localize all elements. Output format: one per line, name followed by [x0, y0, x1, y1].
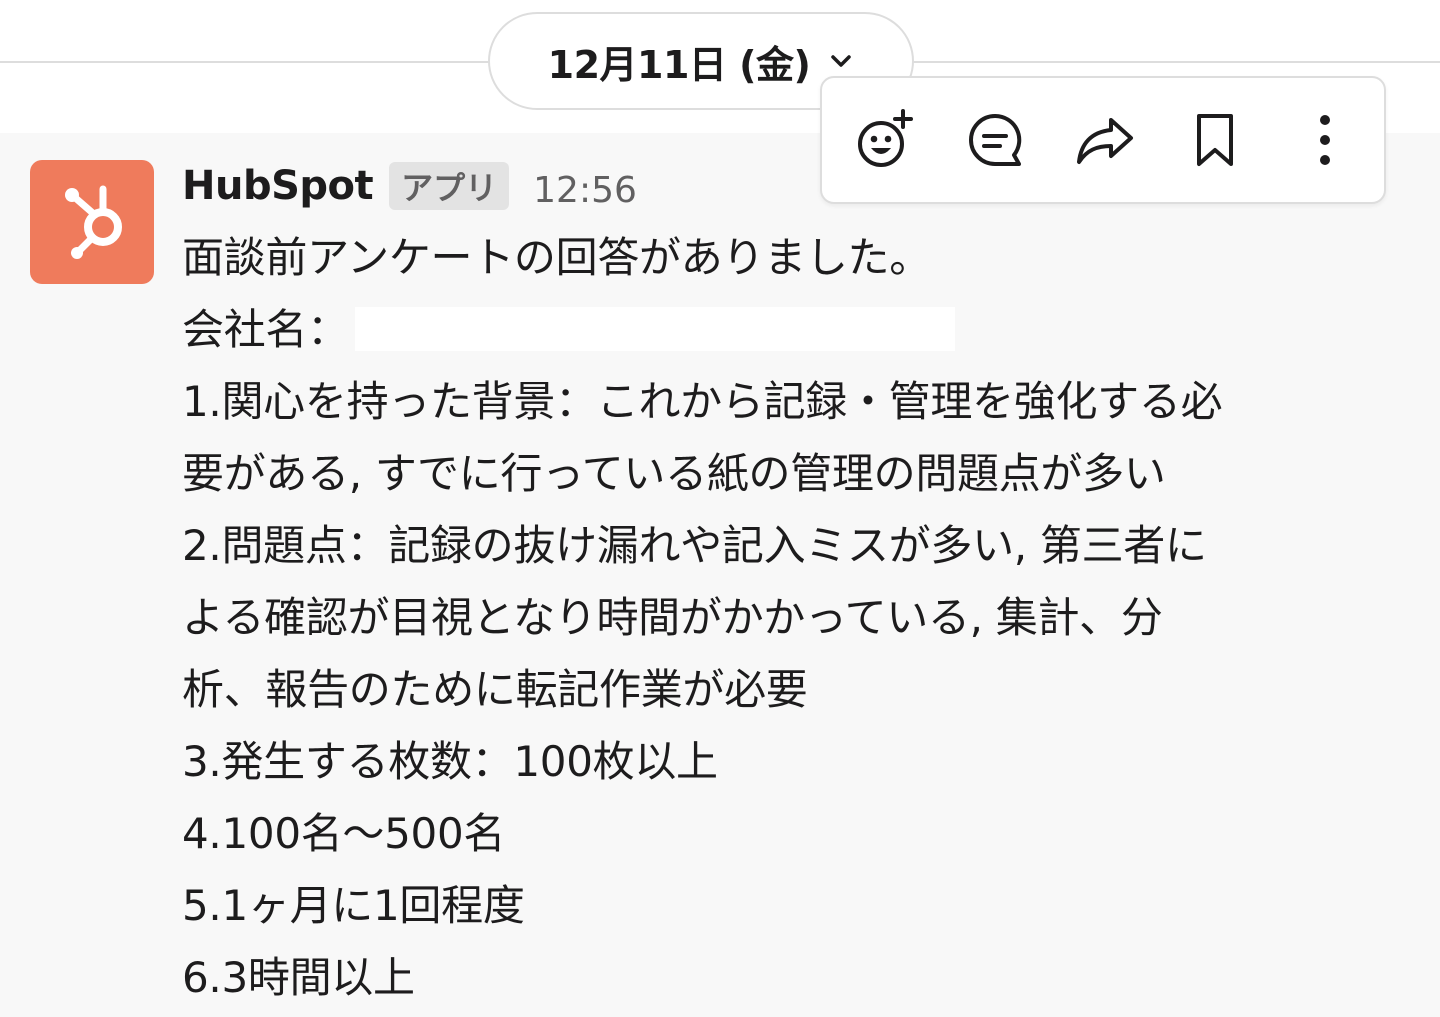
message-line: 1.関心を持った背景：これから記録・管理を強化する必 — [182, 377, 1223, 426]
vertical-dots-icon — [1293, 108, 1357, 176]
thread-reply-icon — [963, 108, 1027, 176]
share-arrow-icon — [1073, 108, 1137, 176]
chevron-down-icon — [828, 48, 854, 74]
message-line: 6.3時間以上 — [182, 953, 415, 1002]
emoji-add-icon — [853, 108, 917, 176]
message-actions-toolbar — [820, 76, 1386, 204]
message-header: HubSpot アプリ 12:56 — [182, 156, 637, 216]
message-line-company: 会社名： — [182, 294, 1402, 366]
sender-name[interactable]: HubSpot — [182, 163, 374, 209]
redaction-block — [354, 306, 955, 351]
share-message-button[interactable] — [1069, 106, 1141, 178]
more-actions-button[interactable] — [1289, 106, 1361, 178]
hubspot-logo-icon — [47, 175, 137, 269]
company-label: 会社名： — [182, 305, 349, 354]
message-body: 面談前アンケートの回答がありました。 会社名： 1.関心を持った背景：これから記… — [182, 222, 1402, 1014]
sender-avatar[interactable] — [30, 160, 154, 284]
reply-in-thread-button[interactable] — [959, 106, 1031, 178]
bookmark-icon — [1183, 108, 1247, 176]
message-line-title: 面談前アンケートの回答がありました。 — [182, 233, 931, 282]
add-reaction-button[interactable] — [849, 106, 921, 178]
message-line: よる確認が目視となり時間がかかっている, 集計、分 — [182, 593, 1163, 642]
message-line: 5.1ヶ月に1回程度 — [182, 881, 525, 930]
message-timestamp[interactable]: 12:56 — [533, 170, 637, 211]
message-line: 要がある, すでに行っている紙の管理の問題点が多い — [182, 449, 1166, 498]
message-line: 2.問題点：記録の抜け漏れや記入ミスが多い, 第三者に — [182, 521, 1207, 570]
message-line: 析、報告のために転記作業が必要 — [182, 665, 808, 714]
save-for-later-button[interactable] — [1179, 106, 1251, 178]
date-label: 12月11日 (金) — [547, 42, 811, 87]
app-badge: アプリ — [389, 162, 510, 210]
message-line: 4.100名〜500名 — [182, 809, 506, 858]
message-line: 3.発生する枚数：100枚以上 — [182, 737, 718, 786]
